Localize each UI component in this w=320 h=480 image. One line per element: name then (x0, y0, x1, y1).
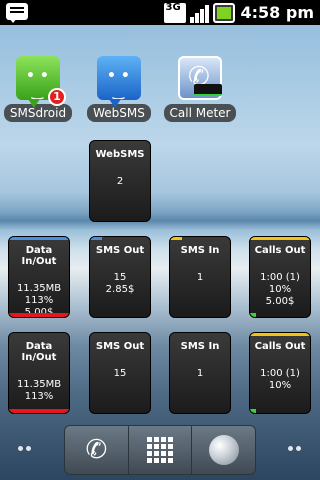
widget-title: Data In/Out (21, 245, 57, 267)
widget-value: 1:00 (1) (260, 272, 300, 283)
widget-value: 2 (116, 176, 124, 187)
app-smsdroid[interactable]: • • ‿ 1 SMSdroid (0, 56, 76, 122)
3g-icon: 3G (163, 2, 186, 23)
signal-icon (189, 3, 209, 23)
app-websms[interactable]: • • ‿ WebSMS (81, 56, 157, 122)
clock: 4:58 pm (240, 3, 315, 22)
dock: ✆ (64, 425, 256, 475)
widget-top-bar (9, 237, 69, 240)
widget-value: 15 (113, 272, 127, 283)
browser-globe-icon (208, 435, 239, 465)
widget-calls-out[interactable]: Calls Out 1:00 (1) 10% 5.00$ (249, 236, 311, 318)
widget-bottom-bar (250, 409, 256, 413)
phone-meter-icon: ✆ (178, 56, 222, 100)
widget-title: Calls Out (254, 245, 306, 256)
widget-value: 10% (268, 284, 292, 295)
widget-value: 10% (268, 380, 292, 391)
app-label: Call Meter (163, 104, 237, 122)
page-indicator-right[interactable] (288, 446, 302, 454)
widget-value: 5.00$ (265, 296, 295, 307)
widget-websms[interactable]: WebSMS 2 (89, 140, 151, 222)
widget-top-bar (250, 237, 310, 240)
widget-bottom-bar (9, 313, 69, 317)
battery-charging-icon (212, 2, 235, 23)
widget-value: 1 (196, 368, 204, 379)
status-bar[interactable]: 3G 4:58 pm (0, 0, 320, 25)
widget-value: 15 (113, 368, 127, 379)
app-drawer-button[interactable] (129, 426, 193, 474)
phone-icon: ✆ (85, 435, 108, 465)
dock-browser-button[interactable] (192, 426, 255, 474)
app-drawer-grid-icon (147, 437, 173, 463)
widget-value: 113% (24, 295, 54, 306)
widget-title: Calls Out (254, 341, 306, 352)
app-call-meter[interactable]: ✆ Call Meter (162, 56, 238, 122)
widget-data-in-out[interactable]: Data In/Out 11.35MB 113% (8, 332, 70, 414)
widget-value: 11.35MB (16, 283, 62, 294)
widget-data-in-out[interactable]: Data In/Out 11.35MB 113% 5.00$ (8, 236, 70, 318)
widget-value: 2.85$ (105, 284, 135, 295)
widget-sms-out[interactable]: SMS Out 15 (89, 332, 151, 414)
widget-bottom-bar (9, 409, 69, 413)
widget-value: 1 (196, 272, 204, 283)
notification-badge: 1 (48, 88, 66, 106)
widget-sms-out[interactable]: SMS Out 15 2.85$ (89, 236, 151, 318)
widget-title: SMS In (180, 245, 220, 256)
widget-value: 113% (24, 391, 54, 402)
dock-phone-button[interactable]: ✆ (65, 426, 129, 474)
widget-title: SMS In (180, 341, 220, 352)
widget-value: 11.35MB (16, 379, 62, 390)
widget-top-bar (90, 237, 102, 240)
widget-title: Data In/Out (21, 341, 57, 363)
page-indicator-left[interactable] (18, 446, 32, 454)
widget-title: SMS Out (95, 245, 145, 256)
widget-value: 1:00 (1) (260, 368, 300, 379)
widget-sms-in[interactable]: SMS In 1 (169, 332, 231, 414)
blue-chat-bubble-icon: • • ‿ (97, 56, 141, 108)
widget-sms-in[interactable]: SMS In 1 (169, 236, 231, 318)
widget-bottom-bar (250, 313, 256, 317)
green-chat-bubble-icon: • • ‿ 1 (16, 56, 66, 108)
widget-title: SMS Out (95, 341, 145, 352)
widget-title: WebSMS (95, 149, 145, 160)
widget-calls-out[interactable]: Calls Out 1:00 (1) 10% (249, 332, 311, 414)
widget-top-bar (170, 237, 182, 240)
widget-top-bar (250, 333, 310, 336)
message-notification-icon[interactable] (6, 3, 28, 23)
